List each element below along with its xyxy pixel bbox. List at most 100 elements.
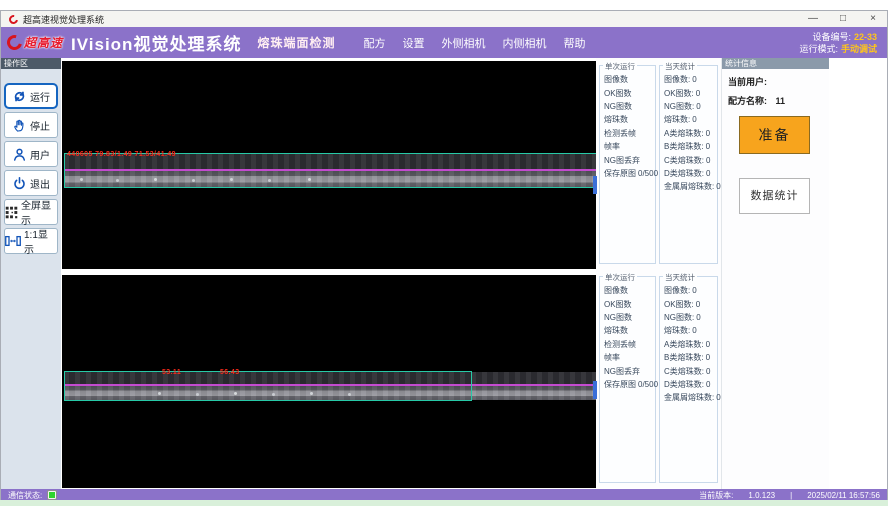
stat-row: 熔珠数:0: [660, 113, 717, 126]
logo-swoosh-icon: [4, 32, 24, 52]
stat-row: D类熔珠数:0: [660, 378, 717, 391]
fullscreen-grid-icon: [5, 206, 18, 219]
user-icon: [12, 147, 27, 162]
version-label: 当前版本:: [699, 490, 733, 501]
stat-row: B类熔珠数:0: [660, 351, 717, 364]
stat-label: 检测丢帧: [604, 128, 636, 139]
stat-row: 帧率: [600, 140, 655, 153]
annotation-text: 56.43: [220, 369, 240, 376]
sidebar-button-label: 用户: [30, 147, 50, 162]
stat-label: 图像数: [604, 74, 628, 85]
stat-label: NG图丢弃: [604, 366, 640, 377]
one-to-one-button[interactable]: 1:1显示: [4, 228, 58, 254]
device-info: 设备编号:22-33 运行模式:手动调试: [799, 31, 877, 55]
stat-label: 帧率: [604, 352, 620, 363]
stats-panel-2: 单次运行 图像数OK图数NG图数熔珠数检测丢帧帧率NG图丢弃保存原图0/500 …: [596, 269, 721, 488]
stat-row: NG图丢弃: [600, 364, 655, 377]
stat-value: 0: [692, 326, 696, 335]
stat-row: C类熔珠数:0: [660, 364, 717, 377]
version-value: 1.0.123: [748, 491, 775, 500]
stat-value: 0: [706, 129, 710, 138]
stat-row: NG图数: [600, 100, 655, 113]
stat-label: B类熔珠数:: [664, 141, 704, 152]
stat-value: 0: [696, 300, 700, 309]
group-today: 当天统计 图像数:0OK图数:0NG图数:0熔珠数:0A类熔珠数:0B类熔珠数:…: [659, 276, 718, 483]
stat-value: 0: [706, 367, 710, 376]
stat-row: 保存原图0/500: [600, 378, 655, 391]
camera-view-2: 53.11 56.43: [62, 275, 656, 488]
stat-label: 金属屑熔珠数:: [664, 181, 714, 192]
sidebar: 操作区 运行 停止: [1, 58, 61, 489]
stat-label: A类熔珠数:: [664, 128, 704, 139]
stat-value: 0: [706, 340, 710, 349]
stat-label: C类熔珠数:: [664, 366, 704, 377]
stat-row: NG图数:0: [660, 311, 717, 324]
stat-label: C类熔珠数:: [664, 155, 704, 166]
run-mode-value: 手动调试: [841, 44, 877, 54]
splitter-handle[interactable]: [593, 176, 597, 194]
stat-value: 0: [706, 142, 710, 151]
fullscreen-button[interactable]: 全屏显示: [4, 199, 58, 225]
sidebar-button-label: 运行: [30, 89, 50, 104]
stat-row: OK图数:0: [660, 297, 717, 310]
annotation-text: 53.11: [162, 369, 181, 376]
stat-label: 图像数: [604, 285, 628, 296]
current-user-label: 当前用户:: [728, 77, 767, 87]
power-icon: [12, 176, 27, 191]
user-button[interactable]: 用户: [4, 141, 58, 167]
stat-label: NG图数:: [664, 101, 694, 112]
stop-button[interactable]: 停止: [4, 112, 58, 138]
hand-stop-icon: [12, 118, 27, 133]
stat-row: NG图数:0: [660, 100, 717, 113]
stat-value: 0/500: [638, 169, 658, 178]
stat-label: OK图数: [604, 299, 632, 310]
main-header: 超高速 IVision视觉处理系统 熔珠端面检测 配方 设置 外侧相机 内侧相机…: [1, 27, 887, 58]
camera-view-1: 440605 79.83/1.49 71.53/41.49: [62, 61, 656, 269]
minimize-button[interactable]: —: [807, 12, 819, 26]
prepare-button[interactable]: 准备: [739, 116, 810, 154]
brand-logo: 超高速: [7, 34, 63, 51]
maximize-button[interactable]: □: [837, 12, 849, 26]
stat-value: 0: [696, 89, 700, 98]
run-button[interactable]: 运行: [4, 83, 58, 109]
menu-item-inner-camera[interactable]: 内侧相机: [502, 35, 546, 51]
exit-button[interactable]: 退出: [4, 170, 58, 196]
splitter-handle[interactable]: [593, 381, 597, 399]
current-user-line: 当前用户:: [728, 75, 829, 88]
stat-row: 图像数:0: [660, 284, 717, 297]
main-area: 操作区 运行 停止: [1, 58, 887, 489]
stat-row: 金属屑熔珠数:0: [660, 180, 717, 193]
menu-item-help[interactable]: 帮助: [563, 35, 585, 51]
run-mode-label: 运行模式:: [799, 44, 838, 54]
stat-label: NG图数:: [664, 312, 694, 323]
stat-value: 0: [706, 156, 710, 165]
stat-label: OK图数:: [664, 88, 694, 99]
stat-value: 0: [696, 313, 700, 322]
close-button[interactable]: ×: [867, 12, 879, 26]
stat-label: 检测丢帧: [604, 339, 636, 350]
stat-label: OK图数: [604, 88, 632, 99]
menu-item-recipe[interactable]: 配方: [363, 35, 385, 51]
datetime-text: 2025/02/11 16:57:56: [807, 491, 880, 500]
stat-label: D类熔珠数:: [664, 379, 704, 390]
stat-label: 熔珠数: [604, 114, 628, 125]
stat-label: D类熔珠数:: [664, 168, 704, 179]
data-stats-button[interactable]: 数据统计: [739, 178, 810, 214]
stat-value: 0: [696, 102, 700, 111]
stat-label: 熔珠数:: [664, 325, 690, 336]
sidebar-button-label: 1:1显示: [24, 226, 57, 256]
logo-text: 超高速: [24, 34, 63, 51]
stat-value: 0: [706, 169, 710, 178]
comm-status-indicator: [47, 490, 57, 500]
stat-row: 熔珠数: [600, 113, 655, 126]
status-separator: |: [790, 491, 792, 500]
roi-rectangle: [64, 153, 652, 188]
run-cycle-icon: [12, 89, 27, 104]
sidebar-button-label: 全屏显示: [21, 197, 57, 227]
menu-item-settings[interactable]: 设置: [402, 35, 424, 51]
stat-label: 帧率: [604, 141, 620, 152]
stat-label: 金属屑熔珠数:: [664, 392, 714, 403]
menu-item-outer-camera[interactable]: 外侧相机: [441, 35, 485, 51]
stat-row: NG图数: [600, 311, 655, 324]
sidebar-title: 操作区: [1, 58, 61, 69]
